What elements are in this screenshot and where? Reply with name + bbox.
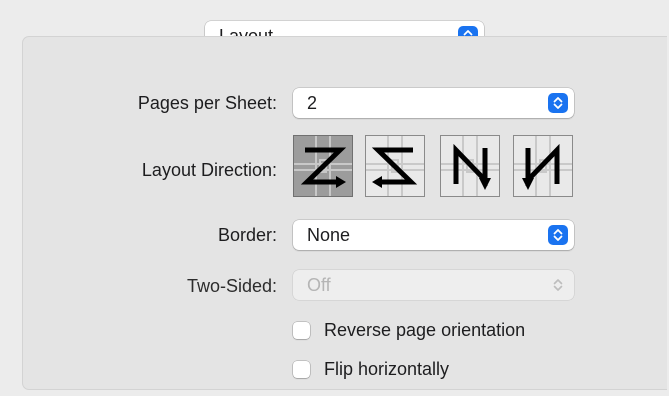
- reverse-orientation-label: Reverse page orientation: [324, 320, 526, 340]
- layout-direction-reverse-n-button[interactable]: [440, 135, 500, 197]
- layout-direction-reverse-z-button[interactable]: [365, 135, 425, 197]
- pages-per-sheet-label: Pages per Sheet:: [137, 93, 277, 113]
- two-sided-value: Off: [307, 275, 331, 295]
- popup-stepper-icon: [548, 225, 568, 245]
- border-popup[interactable]: None: [293, 220, 574, 250]
- reverse-orientation-checkbox-row[interactable]: Reverse page orientation: [293, 319, 525, 341]
- two-sided-label: Two-Sided:: [186, 276, 277, 296]
- flip-horizontally-checkbox[interactable]: [293, 360, 310, 378]
- border-value: None: [307, 225, 351, 245]
- flip-horizontally-label: Flip horizontally: [324, 359, 450, 379]
- two-sided-popup[interactable]: Off: [293, 270, 574, 300]
- popup-stepper-icon: [548, 275, 568, 295]
- border-label: Border:: [217, 225, 277, 245]
- pages-per-sheet-popup[interactable]: 2: [293, 88, 574, 118]
- pages-per-sheet-value: 2: [307, 93, 318, 113]
- popup-stepper-icon: [548, 93, 568, 113]
- reverse-orientation-checkbox[interactable]: [293, 321, 310, 339]
- flip-horizontally-checkbox-row[interactable]: Flip horizontally: [293, 358, 449, 380]
- layout-direction-label: Layout Direction:: [141, 160, 277, 180]
- layout-direction-z-button[interactable]: [293, 135, 353, 197]
- layout-direction-n-button[interactable]: [513, 135, 573, 197]
